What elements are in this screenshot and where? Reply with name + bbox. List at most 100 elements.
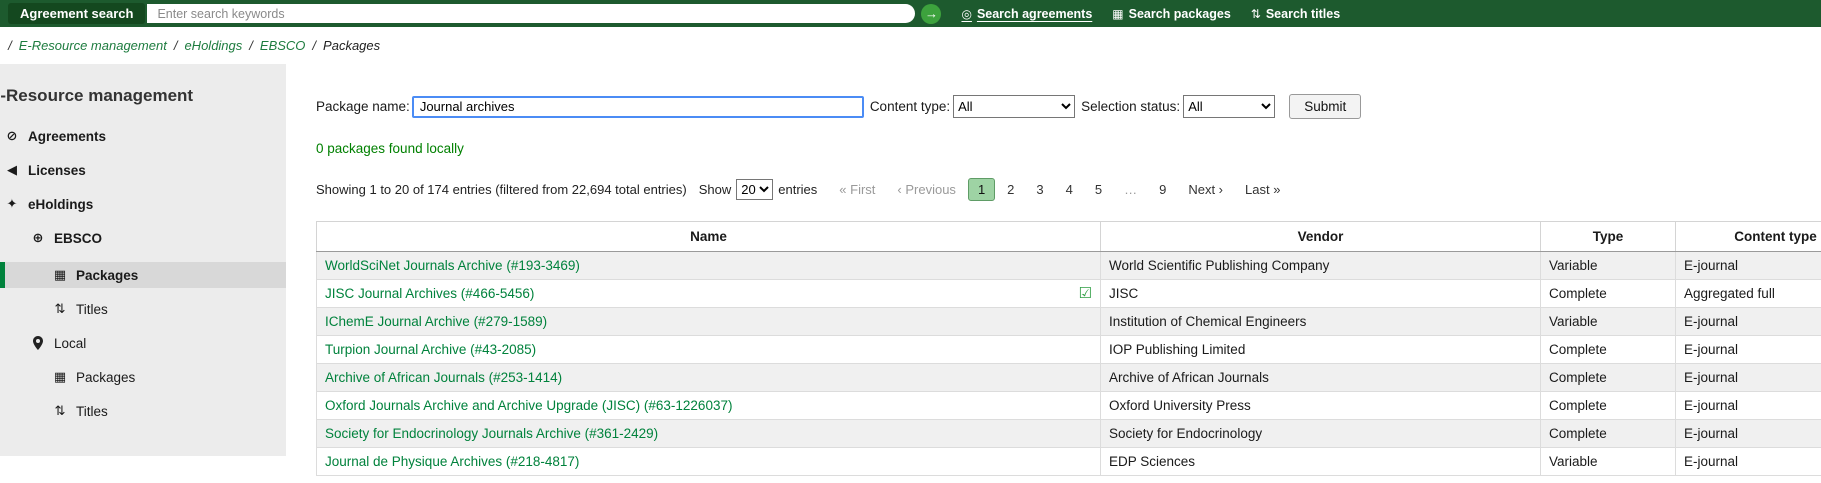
cell-content-type: Aggregated full [1676,280,1821,308]
sidebar-item-licenses[interactable]: ◀ Licenses [0,160,286,180]
header-vendor[interactable]: Vendor [1101,222,1541,252]
search-agreements-icon: ◎ [961,7,971,21]
table-row: Society for Endocrinology Journals Archi… [317,420,1821,448]
package-link[interactable]: WorldSciNet Journals Archive (#193-3469) [325,258,580,273]
local-results-message: 0 packages found locally [316,141,1821,156]
pagination-page-9[interactable]: 9 [1149,178,1176,201]
pagination-next[interactable]: Next › [1178,178,1233,201]
header-type[interactable]: Type [1541,222,1676,252]
home-icon[interactable]: ⌂ [0,37,1,54]
content-type-select[interactable]: All [953,95,1075,118]
table-row: Turpion Journal Archive (#43-2085) IOP Pu… [317,336,1821,364]
arrow-right-icon: → [925,6,938,21]
sidebar-item-label: Agreements [28,129,106,144]
package-link[interactable]: Turpion Journal Archive (#43-2085) [325,342,536,357]
cell-vendor: JISC [1101,280,1541,308]
sidebar-item-label: Packages [76,268,138,283]
package-link[interactable]: JISC Journal Archives (#466-5456) [325,286,534,301]
breadcrumb-ebsco[interactable]: EBSCO [260,38,306,53]
table-row: Archive of African Journals (#253-1414) A… [317,364,1821,392]
breadcrumb-separator: / [312,38,316,53]
cell-name: ☑ JISC Journal Archives (#466-5456) [317,280,1101,308]
selection-status-label: Selection status: [1081,99,1180,114]
sidebar-item-local[interactable]: Local [0,333,286,353]
sidebar-item-ebsco-packages[interactable]: ▦ Packages [0,262,286,288]
cell-vendor: Archive of African Journals [1101,364,1541,392]
titles-icon: ⇅ [52,301,68,317]
package-name-input[interactable] [412,96,864,118]
pagination-last[interactable]: Last » [1235,178,1290,201]
cell-vendor: World Scientific Publishing Company [1101,252,1541,280]
pagination-page-3[interactable]: 3 [1026,178,1053,201]
breadcrumb-packages: Packages [323,38,380,53]
page-size-select[interactable]: 20 [736,179,773,200]
cell-name: IChemE Journal Archive (#279-1589) [317,308,1101,336]
package-link[interactable]: Journal de Physique Archives (#218-4817) [325,454,579,469]
showing-entries-text: Showing 1 to 20 of 174 entries (filtered… [316,182,687,197]
pagination-ellipsis: … [1114,178,1147,201]
cell-type: Complete [1541,392,1676,420]
sidebar-item-local-titles[interactable]: ⇅ Titles [0,401,286,421]
pagination-first[interactable]: « First [829,178,885,201]
cell-vendor: IOP Publishing Limited [1101,336,1541,364]
sidebar-item-label: EBSCO [54,231,102,246]
cell-name: Oxford Journals Archive and Archive Upgr… [317,392,1101,420]
pagination-page-5[interactable]: 5 [1085,178,1112,201]
cell-content-type: E-journal [1676,252,1821,280]
sidebar-item-agreements[interactable]: ⊘ Agreements [0,126,286,146]
breadcrumb-eholdings[interactable]: eHoldings [184,38,242,53]
package-link[interactable]: IChemE Journal Archive (#279-1589) [325,314,547,329]
table-row: ☑JISC Journal Archives (#466-5456)JISCCo… [317,280,1821,308]
nav-search-packages[interactable]: ▦ Search packages [1112,7,1231,21]
cell-type: Variable [1541,252,1676,280]
main-content: Package name: Content type: All Selectio… [286,64,1821,476]
package-link[interactable]: Archive of African Journals (#253-1414) [325,370,562,385]
breadcrumb-e-resource-management[interactable]: E-Resource management [19,38,167,53]
breadcrumb-separator: / [8,38,12,53]
nav-search-titles[interactable]: ⇅ Search titles [1251,7,1340,21]
table-header-row: Name Vendor Type Content type [317,222,1821,252]
header-name[interactable]: Name [317,222,1101,252]
sidebar-item-local-packages[interactable]: ▦ Packages [0,367,286,387]
package-link[interactable]: Society for Endocrinology Journals Archi… [325,426,658,441]
sidebar-item-eholdings[interactable]: ✦ eHoldings [0,194,286,214]
pagination-previous[interactable]: ‹ Previous [887,178,966,201]
header-content-type[interactable]: Content type [1676,222,1821,252]
nav-label: Search packages [1129,7,1231,21]
sidebar-item-ebsco[interactable]: ⊕ EBSCO [0,228,286,248]
nav-label: Search agreements [977,7,1092,21]
package-link[interactable]: Oxford Journals Archive and Archive Upgr… [325,398,732,413]
sidebar-item-label: eHoldings [28,197,93,212]
sidebar-item-label: Titles [76,404,108,419]
top-search-input[interactable] [147,4,915,23]
selection-status-select[interactable]: All [1183,95,1275,118]
cell-type: Variable [1541,448,1676,476]
sidebar-item-label: Titles [76,302,108,317]
pagination-page-2[interactable]: 2 [997,178,1024,201]
cell-vendor: Society for Endocrinology [1101,420,1541,448]
breadcrumb: ⌂ / E-Resource management / eHoldings / … [0,27,1821,64]
top-nav: ◎ Search agreements ▦ Search packages ⇅ … [961,7,1340,21]
pagination-page-1[interactable]: 1 [968,178,995,201]
pagination: « First‹ Previous12345…9Next ›Last » [829,178,1290,201]
search-packages-icon: ▦ [1112,7,1123,21]
location-pin-icon [30,336,46,350]
selected-check-icon: ☑ [1079,286,1092,301]
submit-button[interactable]: Submit [1289,94,1361,119]
breadcrumb-separator: / [174,38,178,53]
packages-icon: ▦ [52,267,68,283]
nav-search-agreements[interactable]: ◎ Search agreements [961,7,1092,21]
cell-content-type: E-journal [1676,364,1821,392]
search-go-button[interactable]: → [921,4,941,24]
search-titles-icon: ⇅ [1251,7,1261,21]
sidebar-item-label: Packages [76,370,135,385]
sidebar-item-label: Local [54,336,86,351]
nav-label: Search titles [1266,7,1340,21]
sidebar-item-ebsco-titles[interactable]: ⇅ Titles [0,299,286,319]
cell-name: Turpion Journal Archive (#43-2085) [317,336,1101,364]
cell-vendor: Oxford University Press [1101,392,1541,420]
packages-table-body: WorldSciNet Journals Archive (#193-3469)… [317,252,1821,476]
page-size-control: Show 20 entries [699,179,818,200]
pagination-page-4[interactable]: 4 [1056,178,1083,201]
agreement-search-button[interactable]: Agreement search [8,3,145,24]
